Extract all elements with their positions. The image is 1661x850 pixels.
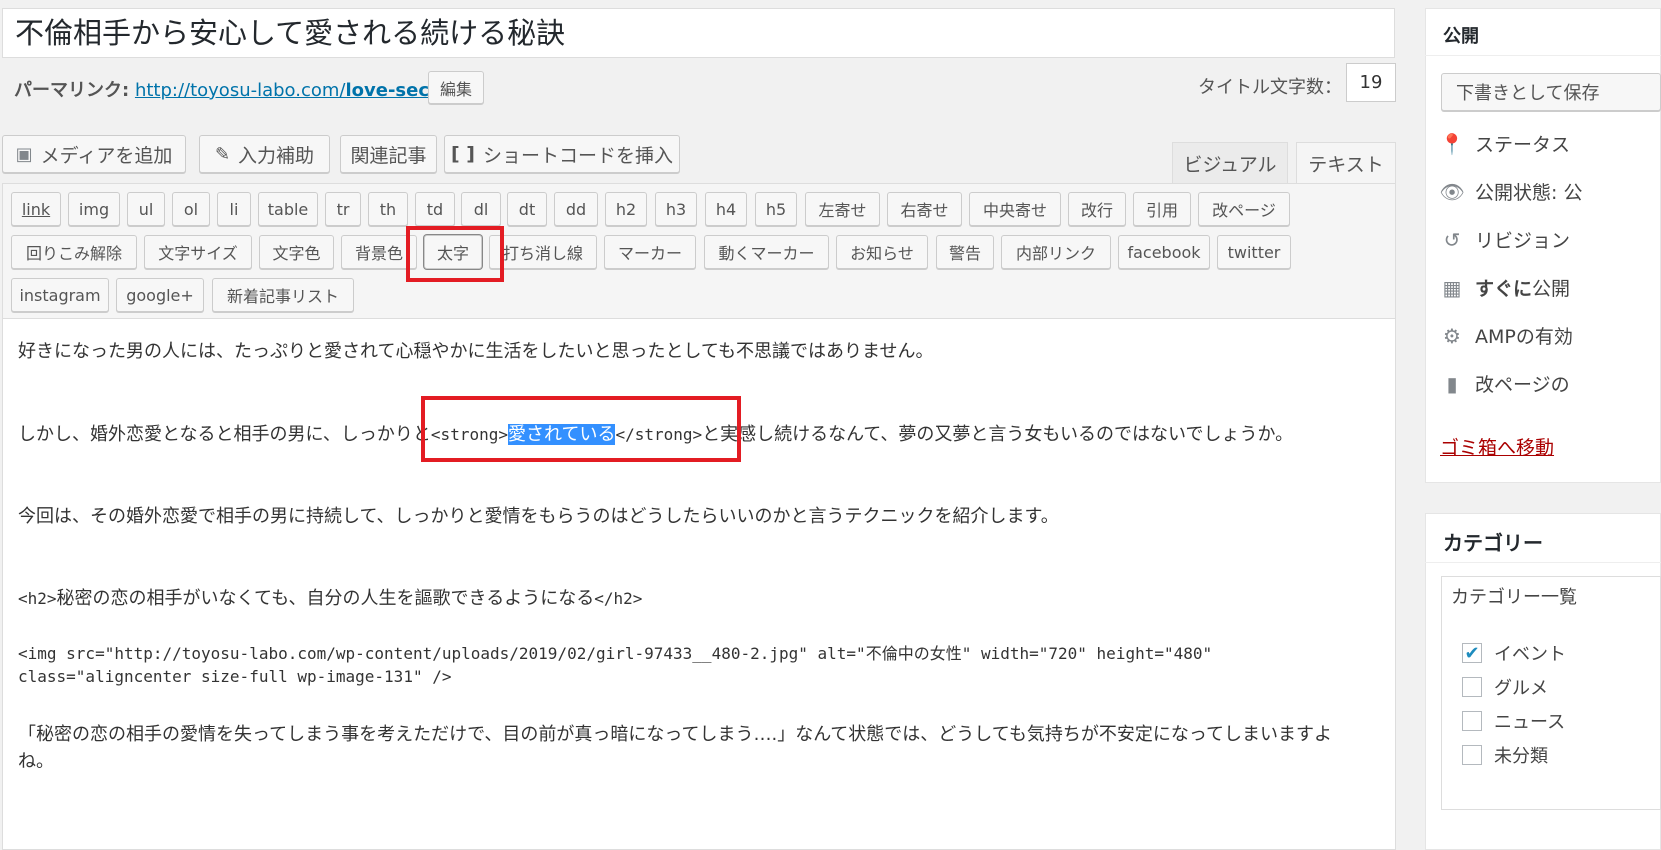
pin-icon: 📍 <box>1439 131 1465 156</box>
history-icon: ↺ <box>1443 227 1461 252</box>
qt-h5-button[interactable]: h5 <box>755 192 797 226</box>
qt-dd-button[interactable]: dd <box>554 192 598 226</box>
publish-pagebreak-row: ▮ 改ページの <box>1441 370 1569 397</box>
content-img-line-1[interactable]: <img src="http://toyosu-labo.com/wp-cont… <box>18 640 1212 664</box>
qt-recent-posts-button[interactable]: 新着記事リスト <box>212 278 354 312</box>
input-assist-button[interactable]: ✎ 入力補助 <box>199 135 330 173</box>
qt-li-button[interactable]: li <box>217 192 251 226</box>
qt-pagebreak-button[interactable]: 改ページ <box>1198 192 1290 226</box>
content-paragraph-1[interactable]: 好きになった男の人には、たっぷりと愛されて心穏やかに生活をしたいと思ったとしても… <box>18 337 933 363</box>
qt-th-button[interactable]: th <box>368 192 408 226</box>
add-media-button[interactable]: ▣ メディアを追加 <box>2 135 186 173</box>
qt-text-color-button[interactable]: 文字色 <box>259 235 334 269</box>
qt-td-button[interactable]: td <box>415 192 455 226</box>
tab-text[interactable]: テキスト <box>1296 142 1396 184</box>
qt-link-button[interactable]: link <box>11 192 61 226</box>
brackets-icon: [ ] <box>451 143 475 165</box>
qt-notice-button[interactable]: お知らせ <box>836 235 928 269</box>
qt-marker-button[interactable]: マーカー <box>604 235 696 269</box>
qt-ol-button[interactable]: ol <box>172 192 210 226</box>
qt-h2-button[interactable]: h2 <box>605 192 647 226</box>
permalink: パーマリンク: http://toyosu-labo.com/love-secr… <box>14 76 459 102</box>
publish-visibility-row: 👁 公開状態: 公 <box>1439 179 1583 205</box>
category-item[interactable]: グルメ <box>1462 674 1548 700</box>
permalink-edit-button[interactable]: 編集 <box>428 71 484 104</box>
category-item[interactable]: 未分類 <box>1462 742 1548 768</box>
insert-shortcode-button[interactable]: [ ] ショートコードを挿入 <box>444 135 680 173</box>
checkbox-checked-icon[interactable]: ✔ <box>1462 643 1482 664</box>
category-item[interactable]: ニュース <box>1462 708 1565 734</box>
qt-align-center-button[interactable]: 中央寄せ <box>969 192 1061 226</box>
checkbox-icon[interactable] <box>1462 677 1482 697</box>
permalink-label: パーマリンク: <box>14 80 130 101</box>
qt-quote-button[interactable]: 引用 <box>1133 192 1191 226</box>
qt-warning-button[interactable]: 警告 <box>936 235 994 269</box>
content-paragraph-4-line-1[interactable]: 「秘密の恋の相手の愛情を失ってしまう事を考えただけで、目の前が真っ暗になってしま… <box>18 720 1332 746</box>
qt-googleplus-button[interactable]: google+ <box>116 278 204 312</box>
qt-table-button[interactable]: table <box>258 192 318 226</box>
qt-font-size-button[interactable]: 文字サイズ <box>144 235 252 269</box>
move-to-trash-link[interactable]: ゴミ箱へ移動 <box>1440 433 1554 460</box>
checkbox-icon[interactable] <box>1462 711 1482 731</box>
post-title-input[interactable]: 不倫相手から安心して愛される続ける秘訣 <box>2 8 1395 58</box>
qt-facebook-button[interactable]: facebook <box>1118 235 1210 269</box>
strong-tag-highlight <box>421 396 741 462</box>
qt-twitter-button[interactable]: twitter <box>1217 235 1291 269</box>
bold-button-highlight <box>406 226 504 282</box>
eye-icon: 👁 <box>1439 179 1465 204</box>
checkbox-icon[interactable] <box>1462 745 1482 765</box>
publish-status-row: 📍 ステータス <box>1439 131 1571 157</box>
qt-clear-float-button[interactable]: 回りこみ解除 <box>11 235 137 269</box>
content-paragraph-3[interactable]: 今回は、その婚外恋愛で相手の男に持続して、しっかりと愛情をもらうのはどうしたらい… <box>18 502 1059 528</box>
categories-panel-title: カテゴリー <box>1443 531 1543 555</box>
qt-align-left-button[interactable]: 左寄せ <box>805 192 880 226</box>
publish-amp-row: ⚙ AMPの有効 <box>1441 322 1573 349</box>
qt-ul-button[interactable]: ul <box>127 192 165 226</box>
category-item[interactable]: ✔ イベント <box>1462 640 1566 666</box>
save-draft-button[interactable]: 下書きとして保存 <box>1441 73 1661 111</box>
qt-align-right-button[interactable]: 右寄せ <box>887 192 962 226</box>
qt-h3-button[interactable]: h3 <box>655 192 697 226</box>
qt-dt-button[interactable]: dt <box>507 192 547 226</box>
qt-strikethrough-button[interactable]: 打ち消し線 <box>489 235 597 269</box>
calendar-icon: ▦ <box>1442 275 1462 300</box>
publish-panel-title: 公開 <box>1443 26 1479 47</box>
tab-all-categories[interactable]: カテゴリー一覧 <box>1451 583 1577 609</box>
title-count-value: 19 <box>1346 63 1396 102</box>
qt-tr-button[interactable]: tr <box>325 192 361 226</box>
content-h2-line[interactable]: <h2>秘密の恋の相手がいなくても、自分の人生を謳歌できるようになる</h2> <box>18 584 642 610</box>
qt-internal-link-button[interactable]: 内部リンク <box>1001 235 1111 269</box>
content-img-line-2[interactable]: class="aligncenter size-full wp-image-13… <box>18 667 451 686</box>
publish-revisions-row: ↺ リビジョン <box>1441 226 1570 253</box>
qt-linebreak-button[interactable]: 改行 <box>1068 192 1126 226</box>
gear-icon: ⚙ <box>1443 323 1461 348</box>
qt-img-button[interactable]: img <box>68 192 120 226</box>
title-count-label: タイトル文字数： <box>1198 77 1342 98</box>
tab-visual[interactable]: ビジュアル <box>1172 142 1288 184</box>
qt-instagram-button[interactable]: instagram <box>11 278 109 312</box>
media-icon: ▣ <box>15 143 33 165</box>
qt-h4-button[interactable]: h4 <box>705 192 747 226</box>
qt-dl-button[interactable]: dl <box>461 192 501 226</box>
pencil-icon: ✎ <box>214 143 231 165</box>
related-posts-button[interactable]: 関連記事 <box>340 135 437 173</box>
publish-schedule-row: ▦ すぐに公開 <box>1442 275 1571 301</box>
qt-moving-marker-button[interactable]: 動くマーカー <box>704 235 829 269</box>
permalink-link[interactable]: http://toyosu-labo.com/love-secret <box>135 80 459 101</box>
content-paragraph-4-line-2[interactable]: ね。 <box>18 747 54 773</box>
pages-icon: ▮ <box>1446 371 1458 396</box>
